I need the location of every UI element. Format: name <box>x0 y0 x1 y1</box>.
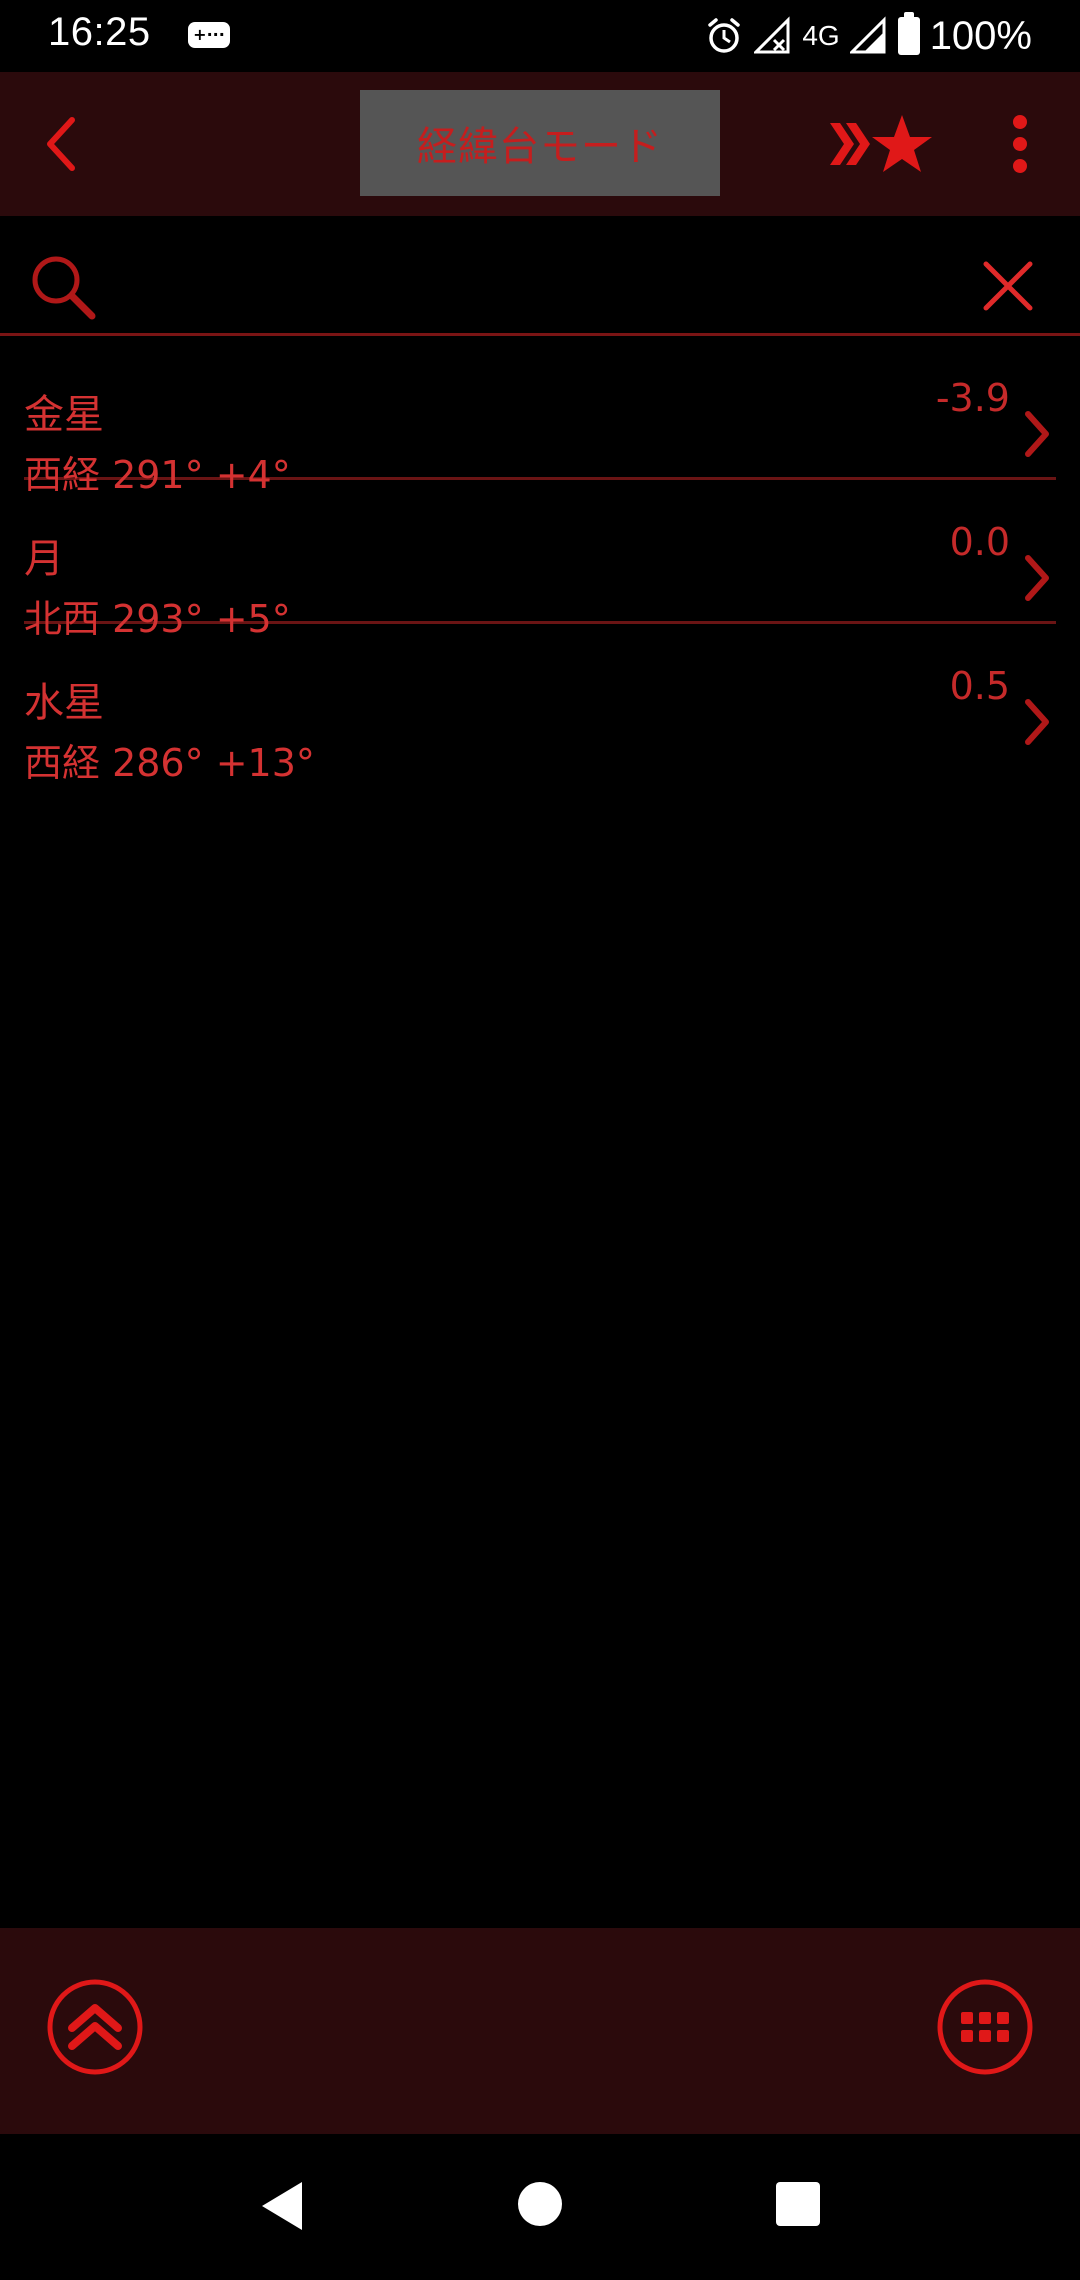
object-name: 水星 <box>24 680 104 726</box>
list-item[interactable]: 金星 西経 291° +4° -3.9 <box>24 336 1056 497</box>
no-signal-icon <box>754 16 790 54</box>
scroll-top-icon[interactable] <box>46 1978 144 2076</box>
alarm-icon <box>708 18 741 53</box>
chevron-right-icon <box>1025 411 1049 457</box>
mode-title[interactable]: 経緯台モード <box>360 90 720 196</box>
network-type: 4G <box>802 20 840 51</box>
status-icons: 4G 100% <box>704 10 1032 62</box>
mode-title-label: 経緯台モード <box>417 124 663 170</box>
chevron-right-icon <box>1025 699 1049 745</box>
list-item[interactable]: 月 北西 293° +5° 0.0 <box>24 480 1056 641</box>
chevron-right-icon <box>1025 555 1049 601</box>
bottom-action-bar <box>0 1928 1080 2134</box>
nav-recents-icon[interactable] <box>776 2182 820 2226</box>
object-coordinates: 西経 286° +13° <box>24 741 315 785</box>
favorites-star-icon <box>830 115 932 172</box>
more-options-button[interactable] <box>996 106 1044 182</box>
system-nav-bar <box>0 2134 1080 2280</box>
nav-home-icon[interactable] <box>518 2182 562 2226</box>
search-icon <box>32 256 96 320</box>
battery-icon <box>897 12 920 55</box>
status-bar: 16:25 +··· 4G 100% <box>0 0 1080 72</box>
back-chevron-icon <box>47 117 75 171</box>
list-item[interactable]: 水星 西経 286° +13° 0.5 <box>24 624 1056 785</box>
favorites-button[interactable] <box>826 106 936 182</box>
nav-back-icon[interactable] <box>258 2180 306 2232</box>
object-magnitude: 0.5 <box>949 664 1010 708</box>
object-magnitude: 0.0 <box>949 520 1010 564</box>
search-bar <box>0 216 1080 336</box>
object-name: 金星 <box>24 392 104 438</box>
back-button[interactable] <box>30 106 90 182</box>
result-list: 金星 西経 291° +4° -3.9 月 北西 293° +5° 0.0 水星… <box>0 336 1080 785</box>
app-toolbar: 経緯台モード <box>0 72 1080 216</box>
battery-level: 100% <box>929 13 1032 58</box>
object-magnitude: -3.9 <box>935 376 1010 420</box>
object-name: 月 <box>24 536 64 582</box>
clear-icon[interactable] <box>982 260 1034 312</box>
cell-signal-icon <box>849 16 886 54</box>
search-input[interactable] <box>112 246 956 312</box>
game-controller-icon: +··· <box>188 22 230 48</box>
status-time: 16:25 <box>48 10 151 54</box>
grid-menu-icon[interactable] <box>936 1978 1034 2076</box>
more-vert-icon <box>1013 115 1027 173</box>
